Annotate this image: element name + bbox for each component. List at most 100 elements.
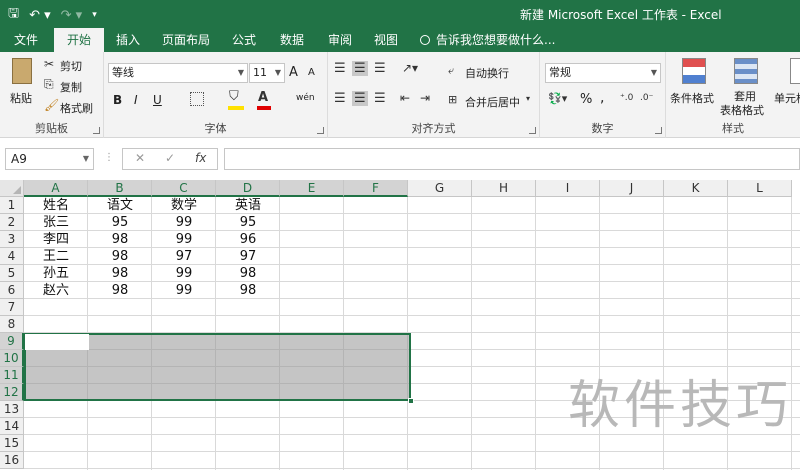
column-header-A[interactable]: A	[24, 180, 88, 197]
select-all-button[interactable]	[0, 180, 24, 197]
redo-icon[interactable]: ↷ ▾	[61, 8, 83, 23]
cell-D4[interactable]: 97	[216, 248, 280, 265]
cell-B3[interactable]: 98	[88, 231, 152, 248]
align-bottom-icon[interactable]: ☰	[374, 61, 386, 76]
name-box[interactable]: A9 ▼	[5, 148, 94, 170]
tab-page-layout[interactable]: 页面布局	[154, 28, 218, 52]
cell-D5[interactable]: 98	[216, 265, 280, 282]
decrease-decimal-icon[interactable]: .0⁻	[640, 93, 653, 103]
alignment-launcher-icon[interactable]	[529, 127, 536, 134]
tab-insert[interactable]: 插入	[108, 28, 148, 52]
cell-C5[interactable]: 99	[152, 265, 216, 282]
column-header-L[interactable]: L	[728, 180, 792, 197]
format-painter-button[interactable]: 格式刷	[60, 100, 93, 116]
align-left-icon[interactable]: ☰	[334, 91, 346, 106]
column-header-C[interactable]: C	[152, 180, 216, 197]
cell-A3[interactable]: 李四	[24, 231, 88, 248]
border-icon[interactable]	[190, 92, 204, 106]
increase-indent-icon[interactable]: ⇥	[420, 91, 430, 105]
comma-button[interactable]: ,	[600, 90, 604, 106]
cell-styles-icon[interactable]	[790, 58, 800, 84]
column-header-G[interactable]: G	[408, 180, 472, 197]
cut-button[interactable]: 剪切	[60, 58, 82, 74]
align-middle-icon[interactable]: ☰	[352, 61, 368, 76]
increase-decimal-icon[interactable]: ⁺.0	[620, 93, 633, 103]
row-header-12[interactable]: 12	[0, 384, 24, 401]
number-launcher-icon[interactable]	[655, 127, 662, 134]
active-cell[interactable]	[25, 334, 89, 350]
tab-review[interactable]: 审阅	[320, 28, 360, 52]
phonetic-button[interactable]: wén	[296, 93, 315, 103]
row-header-8[interactable]: 8	[0, 316, 24, 333]
fill-color-icon[interactable]	[228, 106, 244, 110]
conditional-formatting-icon[interactable]	[682, 58, 706, 84]
cell-styles-button[interactable]: 单元格	[774, 90, 800, 106]
align-center-icon[interactable]: ☰	[352, 91, 368, 106]
row-header-4[interactable]: 4	[0, 248, 24, 265]
align-top-icon[interactable]: ☰	[334, 61, 346, 76]
formula-input[interactable]	[224, 148, 800, 170]
cancel-icon[interactable]: ✕	[135, 151, 145, 165]
cell-B4[interactable]: 98	[88, 248, 152, 265]
tab-home[interactable]: 开始	[54, 28, 104, 52]
shrink-font-button[interactable]: A	[308, 67, 315, 78]
cell-A2[interactable]: 张三	[24, 214, 88, 231]
column-header-K[interactable]: K	[664, 180, 728, 197]
cell-B2[interactable]: 95	[88, 214, 152, 231]
column-header-I[interactable]: I	[536, 180, 600, 197]
cell-B6[interactable]: 98	[88, 282, 152, 299]
tab-formulas[interactable]: 公式	[224, 28, 264, 52]
cell-C4[interactable]: 97	[152, 248, 216, 265]
grow-font-button[interactable]: A	[289, 65, 298, 80]
percent-button[interactable]: %	[580, 92, 592, 107]
tab-file[interactable]: 文件	[6, 28, 46, 52]
column-header-F[interactable]: F	[344, 180, 408, 197]
cell-D3[interactable]: 96	[216, 231, 280, 248]
column-header-H[interactable]: H	[472, 180, 536, 197]
cell-A5[interactable]: 孙五	[24, 265, 88, 282]
cell-D1[interactable]: 英语	[216, 197, 280, 214]
italic-button[interactable]: I	[134, 93, 138, 107]
font-color-icon[interactable]: A	[258, 90, 268, 105]
tab-view[interactable]: 视图	[366, 28, 406, 52]
clipboard-launcher-icon[interactable]	[93, 127, 100, 134]
row-header-2[interactable]: 2	[0, 214, 24, 231]
row-header-15[interactable]: 15	[0, 435, 24, 452]
font-size-combo[interactable]: 11 ▼	[249, 63, 285, 83]
cell-B1[interactable]: 语文	[88, 197, 152, 214]
row-header-10[interactable]: 10	[0, 350, 24, 367]
insert-function-icon[interactable]: fx	[195, 151, 206, 165]
bold-button[interactable]: B	[113, 93, 122, 107]
format-as-table-icon[interactable]	[734, 58, 758, 84]
cell-A6[interactable]: 赵六	[24, 282, 88, 299]
decrease-indent-icon[interactable]: ⇤	[400, 91, 410, 105]
chevron-down-icon[interactable]: ▾	[526, 94, 530, 103]
font-launcher-icon[interactable]	[317, 127, 324, 134]
merge-center-button[interactable]: 合并后居中	[465, 94, 520, 110]
wrap-text-button[interactable]: 自动换行	[465, 65, 509, 81]
cell-C1[interactable]: 数学	[152, 197, 216, 214]
save-icon[interactable]: 🖫	[8, 4, 19, 26]
row-header-11[interactable]: 11	[0, 367, 24, 384]
column-header-J[interactable]: J	[600, 180, 664, 197]
row-header-7[interactable]: 7	[0, 299, 24, 316]
format-as-table-line2[interactable]: 表格格式	[720, 102, 764, 118]
row-header-1[interactable]: 1	[0, 197, 24, 214]
row-header-3[interactable]: 3	[0, 231, 24, 248]
customize-qat-icon[interactable]: ▾	[92, 10, 97, 20]
number-format-combo[interactable]: 常规 ▼	[545, 63, 661, 83]
tab-data[interactable]: 数据	[272, 28, 312, 52]
copy-button[interactable]: 复制	[60, 79, 82, 95]
column-header-E[interactable]: E	[280, 180, 344, 197]
cell-B5[interactable]: 98	[88, 265, 152, 282]
cell-C2[interactable]: 99	[152, 214, 216, 231]
underline-button[interactable]: U	[153, 93, 162, 107]
conditional-formatting-button[interactable]: 条件格式	[670, 90, 714, 106]
align-right-icon[interactable]: ☰	[374, 91, 386, 106]
cell-A4[interactable]: 王二	[24, 248, 88, 265]
column-header-D[interactable]: D	[216, 180, 280, 197]
row-header-16[interactable]: 16	[0, 452, 24, 469]
accounting-format-icon[interactable]: 💱▾	[548, 92, 567, 105]
column-header-B[interactable]: B	[88, 180, 152, 197]
undo-icon[interactable]: ↶ ▾	[29, 8, 51, 23]
